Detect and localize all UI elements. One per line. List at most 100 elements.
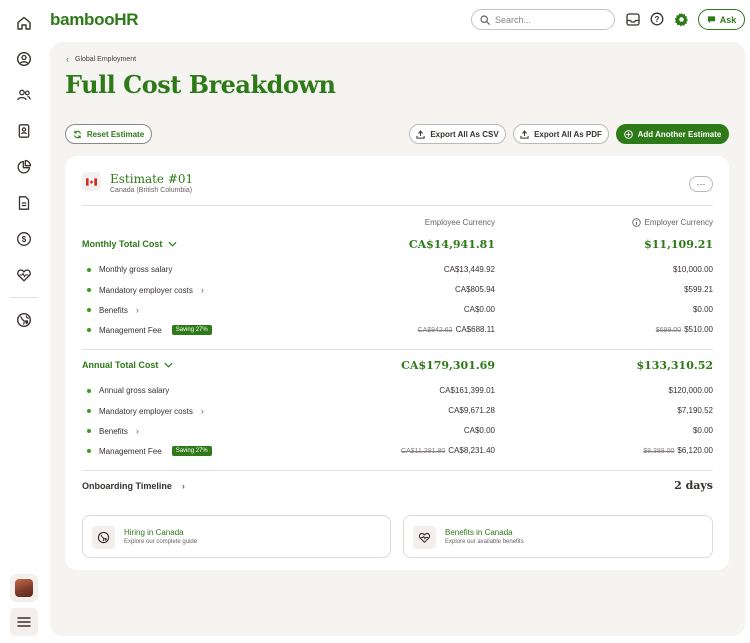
people-icon[interactable]: [12, 83, 36, 107]
benefits-icon[interactable]: [12, 263, 36, 287]
onboarding-label: Onboarding Timeline: [82, 481, 172, 491]
breadcrumb[interactable]: ‹ Global Employment: [66, 54, 136, 64]
list-item: Annual gross salary: [87, 386, 169, 395]
export-pdf-button[interactable]: Export All As PDF: [513, 124, 609, 144]
new-value: CA$8,231.40: [448, 446, 495, 455]
list-item: Monthly gross salary: [87, 265, 172, 274]
chevron-right-icon: ›: [200, 285, 204, 295]
search-box[interactable]: [471, 9, 615, 30]
settings-gear-icon[interactable]: [673, 11, 689, 27]
chevron-right-icon: ›: [135, 305, 139, 315]
search-input[interactable]: [495, 14, 605, 25]
row-label: Benefits: [99, 426, 128, 436]
divider: [82, 349, 713, 350]
employee-currency-label: Employee Currency: [424, 218, 495, 227]
more-options-button[interactable]: ···: [689, 176, 713, 192]
monthly-employee-total: CA$14,941.81: [408, 238, 495, 251]
search-icon: [480, 14, 490, 25]
global-icon[interactable]: [12, 308, 36, 332]
inbox-icon[interactable]: [625, 11, 641, 27]
add-another-label: Add Another Estimate: [637, 129, 722, 139]
benefits-guide-card[interactable]: Benefits in Canada Explore our available…: [403, 515, 713, 558]
onboarding-timeline-row[interactable]: Onboarding Timeline ›: [82, 481, 185, 491]
old-value: $699.00: [655, 327, 682, 334]
estimate-location: Canada (British Columbia): [110, 187, 193, 194]
reset-estimate-button[interactable]: Reset Estimate: [65, 124, 152, 144]
files-icon[interactable]: [12, 191, 36, 215]
chevron-right-icon: ›: [181, 481, 185, 491]
add-another-estimate-button[interactable]: Add Another Estimate: [616, 124, 729, 144]
row-label: Benefits: [99, 305, 128, 315]
hiring-guide-card[interactable]: Hiring in Canada Explore our complete gu…: [82, 515, 391, 558]
row-label: Management Fee: [99, 446, 162, 456]
export-icon: [520, 129, 529, 139]
chat-icon: [707, 16, 715, 24]
row-label: Management Fee: [99, 325, 162, 335]
home-icon[interactable]: [12, 11, 36, 35]
canada-flag-icon: [82, 172, 101, 191]
monthly-employer-total: $11,109.21: [644, 238, 713, 251]
row-employee-value: CA$9,671.28: [448, 406, 495, 415]
link-subtitle: Explore our complete guide: [124, 539, 198, 545]
monthly-total-toggle[interactable]: Monthly Total Cost: [82, 239, 177, 249]
globe-icon: [92, 526, 115, 549]
row-label: Annual gross salary: [99, 386, 170, 395]
monthly-total-label: Monthly Total Cost: [82, 239, 163, 249]
bullet: [87, 308, 91, 312]
row-employer-value: $599.21: [684, 285, 713, 294]
avatar[interactable]: [10, 574, 38, 602]
avatar-photo: [15, 579, 33, 597]
mandatory-costs-row[interactable]: Mandatory employer costs ›: [87, 285, 204, 295]
divider: [82, 205, 713, 206]
saving-badge: Saving 27%: [171, 325, 212, 335]
breadcrumb-label: Global Employment: [75, 55, 137, 63]
annual-total-label: Annual Total Cost: [82, 360, 159, 370]
export-csv-button[interactable]: Export All As CSV: [409, 124, 506, 144]
row-employee-value: CA$942.62 CA$688.11: [418, 325, 495, 334]
list-item: Management Fee Saving 27%: [87, 325, 212, 335]
row-employer-value: $8,388.00 $6,120.00: [643, 446, 713, 455]
row-label: Monthly gross salary: [99, 265, 173, 274]
more-icon: ···: [696, 179, 706, 189]
annual-employer-total: $133,310.52: [636, 359, 713, 372]
row-employer-value: $699.00 $510.00: [656, 325, 713, 334]
mandatory-costs-row[interactable]: Mandatory employer costs ›: [87, 406, 204, 416]
row-employer-value: $7,190.52: [677, 406, 713, 415]
reports-icon[interactable]: [12, 155, 36, 179]
bullet: [87, 267, 91, 272]
directory-icon[interactable]: [12, 119, 36, 143]
employee-currency-header: Employee Currency: [425, 218, 495, 227]
list-item: Management Fee Saving 27%: [87, 446, 212, 456]
onboarding-value: 2 days: [674, 479, 713, 492]
profile-icon[interactable]: [12, 47, 36, 71]
benefits-row[interactable]: Benefits ›: [87, 426, 139, 436]
chevron-down-icon: [168, 241, 177, 247]
info-icon[interactable]: [631, 218, 641, 227]
link-title: Hiring in Canada: [124, 528, 184, 537]
bullet: [87, 288, 91, 292]
annual-total-toggle[interactable]: Annual Total Cost: [82, 360, 173, 370]
help-icon[interactable]: ?: [649, 11, 665, 27]
benefits-row[interactable]: Benefits ›: [87, 305, 139, 315]
employer-currency-label: Employer Currency: [644, 218, 713, 227]
chevron-left-icon: ‹: [66, 54, 69, 64]
row-employee-value: CA$11,281.80 CA$8,231.40: [401, 446, 495, 455]
logo-text: bambooHR: [50, 10, 139, 29]
link-title: Benefits in Canada: [445, 528, 513, 537]
chevron-right-icon: ›: [135, 426, 139, 436]
old-value: CA$11,281.80: [401, 448, 446, 455]
export-icon: [416, 129, 425, 139]
ask-label: Ask: [719, 14, 737, 25]
bamboohr-logo[interactable]: bambooHR: [50, 10, 139, 30]
row-label: Mandatory employer costs: [99, 406, 193, 416]
ask-button[interactable]: Ask: [698, 9, 745, 30]
plus-circle-icon: [623, 129, 633, 139]
export-csv-label: Export All As CSV: [430, 129, 499, 139]
payroll-icon[interactable]: $: [12, 227, 36, 251]
bullet: [87, 388, 91, 393]
left-rail: $: [0, 0, 48, 643]
row-employer-value: $10,000.00: [672, 265, 713, 274]
menu-icon[interactable]: [10, 608, 38, 636]
row-employee-value: CA$805.94: [454, 285, 495, 294]
chevron-right-icon: ›: [200, 406, 204, 416]
